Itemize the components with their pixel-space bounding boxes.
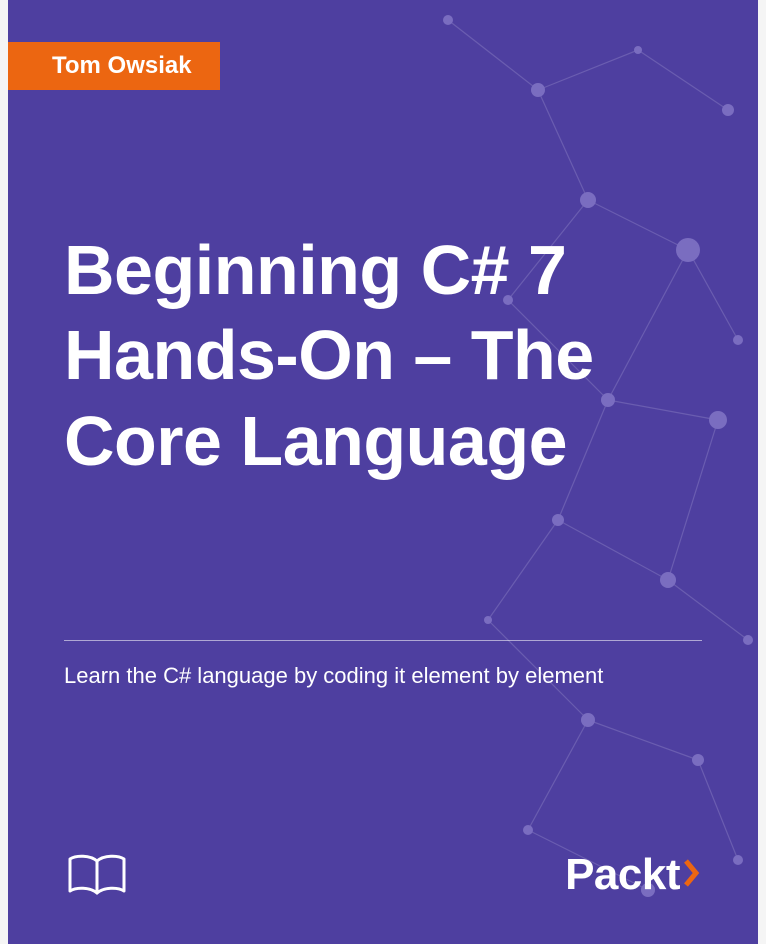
publisher-name: Packt xyxy=(565,850,680,900)
book-cover: Tom Owsiak Beginning C# 7 Hands-On – The… xyxy=(8,0,758,944)
footer: Packt xyxy=(64,850,702,900)
title-block: Beginning C# 7 Hands-On – The Core Langu… xyxy=(64,228,702,484)
publisher-logo: Packt xyxy=(565,850,702,900)
author-tag: Tom Owsiak xyxy=(8,42,220,90)
author-name: Tom Owsiak xyxy=(52,52,192,79)
book-subtitle: Learn the C# language by coding it eleme… xyxy=(64,663,702,689)
subtitle-block: Learn the C# language by coding it eleme… xyxy=(64,640,702,689)
book-icon xyxy=(64,851,130,899)
book-title: Beginning C# 7 Hands-On – The Core Langu… xyxy=(64,228,702,484)
chevron-right-icon xyxy=(682,850,702,900)
